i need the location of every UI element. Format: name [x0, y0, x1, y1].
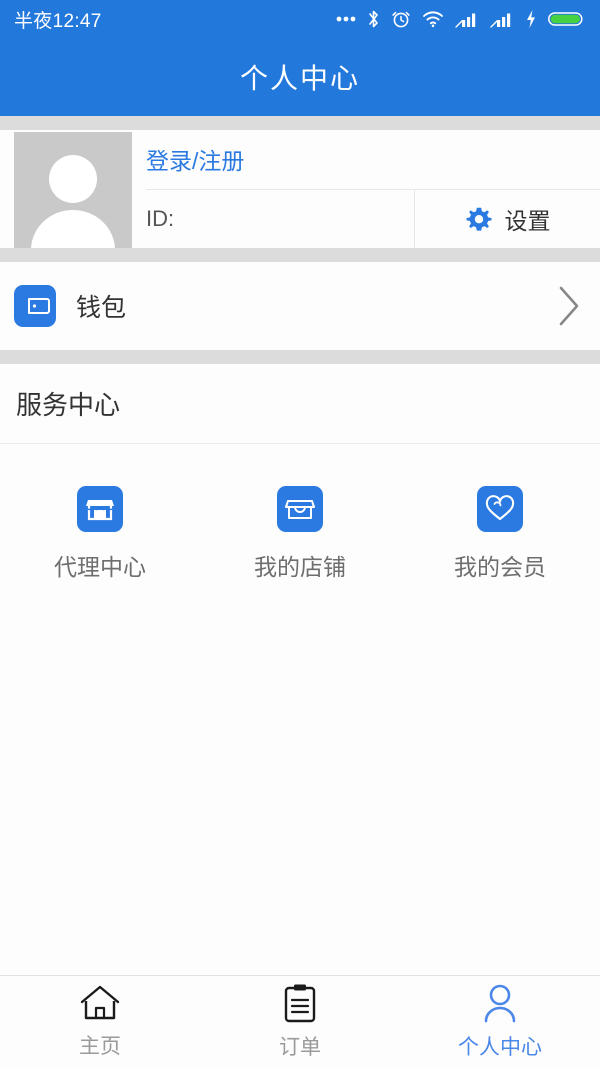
- storefront-outline-icon: [277, 486, 323, 532]
- storefront-outline-glyph-icon: [285, 500, 315, 519]
- status-bar: 半夜12:47: [0, 0, 600, 38]
- service-item-label: 代理中心: [54, 554, 146, 580]
- wallet-row[interactable]: 钱包: [0, 262, 600, 350]
- tab-orders[interactable]: 订单: [200, 983, 400, 1061]
- service-item-label: 我的店铺: [254, 554, 346, 580]
- login-register-link[interactable]: 登录/注册: [146, 142, 244, 176]
- tab-personal-center[interactable]: 个人中心: [400, 983, 600, 1061]
- wallet-icon: [14, 285, 56, 327]
- home-icon: [80, 985, 120, 1019]
- alarm-clock-icon: [392, 11, 410, 28]
- profile-details: 登录/注册 ID: 设置: [146, 130, 600, 248]
- wifi-icon: [423, 11, 443, 28]
- section-gap: [0, 116, 600, 130]
- tab-label: 个人中心: [458, 1035, 542, 1059]
- profile-card: 登录/注册 ID: 设置: [0, 130, 600, 250]
- charging-bolt-icon: [527, 10, 535, 28]
- service-item-label: 我的会员: [454, 554, 546, 580]
- profile-row: 登录/注册 ID: 设置: [0, 130, 600, 250]
- service-item-my-members[interactable]: 我的会员: [400, 486, 600, 582]
- chevron-right-icon[interactable]: [556, 284, 582, 328]
- heart-outline-icon: [477, 486, 523, 532]
- wallet-glyph-icon: [28, 298, 50, 314]
- id-label: ID:: [146, 205, 175, 231]
- heart-outline-glyph-icon: [485, 495, 515, 521]
- app-header: 个人中心: [0, 38, 600, 116]
- login-row[interactable]: 登录/注册: [146, 130, 600, 190]
- signal-bars-2-icon: [490, 13, 511, 28]
- app-screen: 半夜12:47 个人中心 登录/注册 ID: 设置 钱包 服务中心 代理中心 我…: [0, 0, 600, 1067]
- storefront-filled-glyph-icon: [85, 500, 115, 521]
- section-gap-2: [0, 248, 600, 262]
- clipboard-icon: [284, 984, 316, 1022]
- tab-label: 订单: [279, 1035, 321, 1059]
- more-dots-icon: [336, 16, 356, 22]
- battery-icon: [548, 12, 583, 26]
- page-title: 个人中心: [239, 63, 360, 94]
- id-cell: ID:: [146, 190, 414, 249]
- service-center-grid: 代理中心 我的店铺 我的会员: [0, 444, 600, 975]
- person-placeholder-icon: [31, 155, 115, 250]
- storefront-filled-icon: [77, 486, 123, 532]
- service-item-agent-center[interactable]: 代理中心: [0, 486, 200, 582]
- service-center-header: 服务中心: [0, 364, 600, 444]
- service-center-title: 服务中心: [16, 390, 121, 420]
- tab-label: 主页: [79, 1034, 121, 1058]
- id-settings-row: ID: 设置: [146, 189, 600, 249]
- avatar[interactable]: [14, 132, 132, 250]
- status-time: 半夜12:47: [14, 10, 102, 32]
- service-item-my-shop[interactable]: 我的店铺: [200, 486, 400, 582]
- settings-label: 设置: [504, 207, 551, 234]
- section-gap-3: [0, 350, 600, 364]
- person-icon: [484, 984, 516, 1022]
- settings-button[interactable]: 设置: [414, 189, 600, 248]
- status-icons: [336, 9, 586, 29]
- tab-home[interactable]: 主页: [0, 984, 200, 1060]
- bluetooth-icon: [369, 10, 378, 28]
- wallet-label: 钱包: [76, 294, 127, 322]
- gear-icon: [466, 207, 491, 231]
- signal-bars-icon: [455, 13, 476, 28]
- bottom-tab-bar: 主页 订单 个人中心: [0, 975, 600, 1067]
